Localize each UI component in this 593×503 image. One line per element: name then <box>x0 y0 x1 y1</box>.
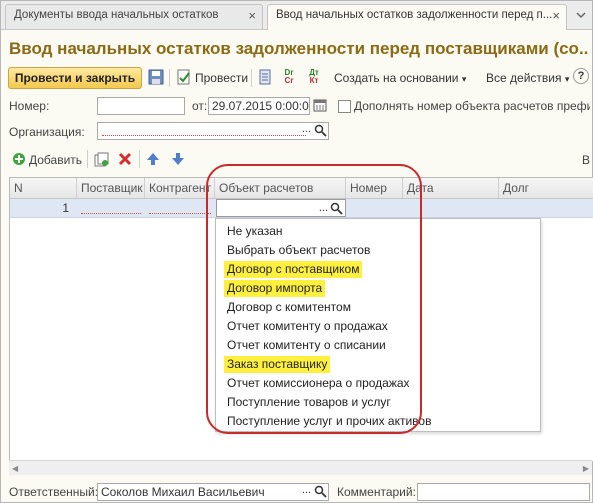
dt-kt-icon[interactable]: Дт Кт <box>304 69 324 85</box>
cell-supplier[interactable] <box>77 199 145 217</box>
chevron-down-icon: ▾ <box>564 74 570 84</box>
toolbar-divider <box>139 150 140 168</box>
cell-n: 1 <box>62 201 69 215</box>
move-up-icon[interactable] <box>146 152 160 166</box>
prefix-checkbox[interactable] <box>338 100 351 113</box>
column-header-supplier[interactable]: Поставщик <box>77 178 145 198</box>
chevron-down-icon: ▾ <box>461 74 467 84</box>
cell-number[interactable] <box>346 199 403 217</box>
menu-label: Создать на основании <box>334 71 459 85</box>
dropdown-item-not-specified[interactable]: Не указан <box>224 223 286 240</box>
date-field[interactable]: 29.07.2015 0:00:00 <box>208 97 310 115</box>
select-button[interactable]: ... <box>302 123 311 135</box>
toolbar-divider <box>169 69 170 87</box>
cell-settlement-object-editor[interactable]: ... <box>216 199 346 217</box>
tab-documents-list[interactable]: Документы ввода начальных остатков × <box>5 4 263 29</box>
responsible-value: Соколов Михаил Васильевич <box>101 485 265 499</box>
number-field[interactable] <box>97 97 185 115</box>
cell-date[interactable] <box>403 199 499 217</box>
move-down-icon[interactable] <box>171 152 185 166</box>
dropdown-item-purchase-order[interactable]: Заказ поставщику <box>224 356 331 373</box>
search-icon[interactable] <box>314 124 327 139</box>
required-underline <box>81 213 141 214</box>
table-row[interactable]: 1 ... <box>10 199 593 218</box>
comment-label: Комментарий: <box>337 485 416 499</box>
dropdown-item-consignor-contract[interactable]: Договор с комитентом <box>224 299 354 316</box>
select-button[interactable]: ... <box>319 200 328 216</box>
tab-label: Документы ввода начальных остатков <box>14 9 219 21</box>
dropdown-item-writeoff-report[interactable]: Отчет комитенту о списании <box>224 337 389 354</box>
save-icon[interactable] <box>148 69 164 85</box>
cell-debt[interactable] <box>499 199 593 217</box>
document-window: Документы ввода начальных остатков × Вво… <box>0 0 593 503</box>
close-icon[interactable]: × <box>248 8 256 23</box>
scroll-right-icon[interactable]: ▶ <box>583 464 589 473</box>
post-document-icon[interactable] <box>176 69 192 85</box>
column-header-number[interactable]: Номер <box>346 178 403 198</box>
add-row-button[interactable]: Добавить <box>29 153 82 167</box>
search-icon[interactable] <box>314 485 327 500</box>
post-button[interactable]: Провести <box>195 71 248 85</box>
add-icon[interactable] <box>12 152 26 166</box>
required-underline <box>149 213 211 214</box>
prefix-checkbox-label: Дополнять номер объекта расчетов префикс… <box>354 99 590 113</box>
toolbar-divider <box>251 69 252 87</box>
dropdown-item-services-receipt[interactable]: Поступление услуг и прочих активов <box>224 413 434 430</box>
responsible-label: Ответственный: <box>9 485 99 499</box>
close-icon[interactable]: × <box>552 8 560 23</box>
page-title: Ввод начальных остатков задолженности пе… <box>9 39 589 58</box>
horizontal-scrollbar[interactable]: ◀ ▶ <box>9 460 592 475</box>
organization-field[interactable]: ... <box>97 122 329 140</box>
cell-counterparty[interactable] <box>145 199 215 217</box>
calendar-icon[interactable] <box>312 98 328 114</box>
search-icon[interactable] <box>330 202 343 216</box>
date-label: от: <box>192 99 208 113</box>
column-header-counterparty[interactable]: Контрагент <box>145 178 215 198</box>
main-toolbar: Провести и закрыть Провести Dr Cr Дт Кт Со… <box>1 65 592 91</box>
copy-row-icon[interactable] <box>94 152 109 167</box>
dropdown-item-import-contract[interactable]: Договор импорта <box>224 280 326 297</box>
dropdown-item-goods-receipt[interactable]: Поступление товаров и услуг <box>224 394 394 411</box>
dropdown-item-commissioner-report[interactable]: Отчет комиссионера о продажах <box>224 375 413 392</box>
column-header-settlement-object[interactable]: Объект расчетов <box>215 178 346 198</box>
tab-bar: Документы ввода начальных остатков × Вво… <box>1 1 592 30</box>
menu-label: Все действия <box>486 71 562 85</box>
toolbar-divider <box>87 150 88 168</box>
dropdown-item-select-object[interactable]: Выбрать объект расчетов <box>224 242 373 259</box>
dropdown-item-sales-report[interactable]: Отчет комитенту о продажах <box>224 318 391 335</box>
tab-label: Ввод начальных остатков задолженности пе… <box>276 9 553 21</box>
table-more-menu[interactable]: В <box>582 153 590 167</box>
document-journal-icon[interactable] <box>257 69 273 85</box>
post-and-close-button[interactable]: Провести и закрыть <box>8 67 142 89</box>
required-underline <box>102 135 306 136</box>
tab-current-document[interactable]: Ввод начальных остатков задолженности пе… <box>267 4 567 30</box>
footer: Ответственный: Соколов Михаил Васильевич… <box>1 479 592 503</box>
column-header-date[interactable]: Дата <box>403 178 499 198</box>
dropdown-item-supplier-contract[interactable]: Договор с поставщиком <box>224 261 363 278</box>
scroll-left-icon[interactable]: ◀ <box>12 464 18 473</box>
table-header: N Поставщик Контрагент Объект расчетов Н… <box>10 178 593 199</box>
window-menu-icon[interactable] <box>575 9 587 21</box>
settlement-object-dropdown: Не указан Выбрать объект расчетов Догово… <box>215 218 541 432</box>
column-header-n[interactable]: N <box>10 178 77 198</box>
responsible-field[interactable]: Соколов Михаил Васильевич ... <box>97 483 329 501</box>
help-button[interactable]: ? <box>573 68 589 84</box>
debit-credit-icon[interactable]: Dr Cr <box>279 69 299 85</box>
create-based-on-menu[interactable]: Создать на основании ▾ <box>334 71 466 85</box>
select-button[interactable]: ... <box>302 484 311 496</box>
delete-icon[interactable] <box>118 152 132 166</box>
column-header-debt[interactable]: Долг <box>499 178 593 198</box>
number-label: Номер: <box>9 99 50 113</box>
all-actions-menu[interactable]: Все действия ▾ <box>486 71 569 85</box>
comment-field[interactable] <box>417 483 590 501</box>
organization-label: Организация: <box>9 125 85 139</box>
